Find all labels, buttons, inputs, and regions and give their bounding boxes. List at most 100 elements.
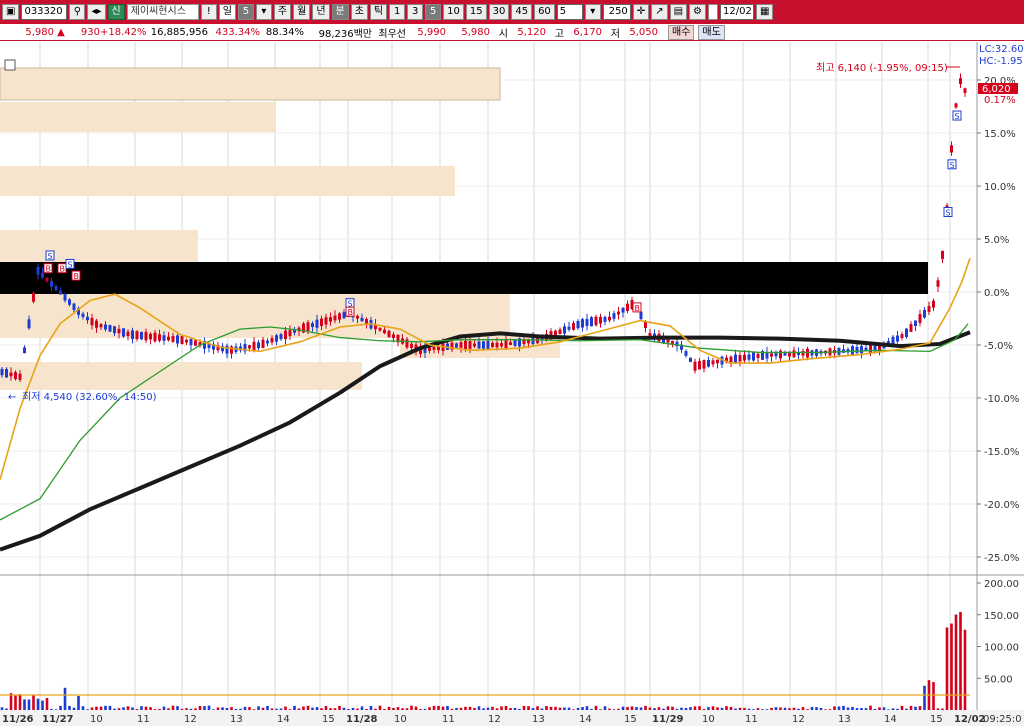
volume-bar [563, 707, 566, 710]
price-tick-label: -10.0% [984, 394, 1019, 405]
candle-body [486, 340, 490, 350]
candle-body [590, 317, 593, 327]
candle-body [392, 334, 395, 339]
volume-bar [405, 708, 409, 710]
volume-bar [743, 707, 746, 710]
interval-input[interactable]: 5 [556, 4, 583, 20]
candle-body [140, 331, 143, 340]
change-percent: +18.42% [100, 26, 147, 38]
candle-body [531, 337, 535, 345]
volume-bar [603, 706, 607, 710]
volume-bar [252, 709, 256, 710]
candle-body [248, 345, 251, 349]
date-input[interactable]: 12/02 [720, 4, 754, 20]
crosshair-icon[interactable]: ✛ [632, 4, 650, 20]
trendline-icon[interactable]: ↗ [651, 4, 668, 20]
volume-bar [333, 708, 337, 710]
volume-bar [360, 706, 364, 710]
candle-body [432, 347, 436, 350]
time-axis-label: 14 [579, 714, 592, 725]
minute-3-button[interactable]: 3 [407, 4, 424, 20]
volume-bar [819, 707, 823, 710]
minute-1-button[interactable]: 1 [389, 4, 406, 20]
period-year-button[interactable]: 년 [312, 4, 330, 20]
volume-bar [144, 706, 148, 710]
calendar-icon[interactable]: ▦ [756, 4, 774, 20]
sound-icon[interactable]: ◂▸ [87, 4, 106, 20]
period-minute-button[interactable]: 분 [331, 4, 349, 20]
candle-body [81, 313, 85, 317]
volume-bar [270, 708, 274, 710]
candle-body [257, 342, 260, 349]
candle-body [99, 324, 103, 328]
period-week-button[interactable]: 주 [273, 4, 292, 20]
minute-60-button[interactable]: 60 [534, 4, 555, 20]
volume-bar [225, 708, 229, 710]
candle-body [252, 341, 256, 351]
chevron-down-icon[interactable]: ▾ [584, 4, 601, 20]
minute-5-button[interactable]: 5 [425, 4, 442, 20]
toolbar: ▣ 033320 ⚲ ◂▸ 신 제이씨현시스 ! 일 5 ▾ 주 월 년 분 초… [0, 0, 1024, 24]
candle-body [342, 312, 346, 319]
period-second-button[interactable]: 초 [350, 4, 368, 20]
count-input[interactable]: 250 [602, 4, 631, 20]
minute-10-button[interactable]: 10 [443, 4, 464, 20]
candle-body [117, 328, 121, 334]
candle-body [50, 280, 53, 287]
high-price: 6,170 [573, 26, 602, 38]
sell-button[interactable]: 매도 [698, 24, 725, 40]
chevron-down-icon[interactable]: ▾ [255, 4, 272, 20]
buy-button[interactable]: 매수 [668, 24, 695, 40]
volume-bar [842, 705, 845, 710]
volume-bar [918, 706, 922, 710]
period-tick-button[interactable]: 틱 [369, 4, 388, 20]
candle-body [572, 322, 575, 330]
minute-30-button[interactable]: 30 [488, 4, 510, 20]
volume-bar [410, 705, 413, 710]
volume-bar [77, 696, 80, 710]
volume-bar [882, 707, 886, 710]
volume-bar [180, 708, 184, 710]
period-day-button[interactable]: 일 [218, 4, 236, 20]
candle-body [851, 346, 854, 355]
volume-bar [671, 706, 674, 710]
alert-button[interactable]: ! [200, 4, 217, 20]
volume-bar [122, 707, 125, 710]
stock-code-input[interactable]: 033320 [21, 4, 68, 20]
volume-bar [324, 706, 328, 710]
chart-area[interactable]: SB B SBSB BSSS 최고 6,140 (-1.95%, 09:15) 최저 … [0, 42, 1024, 726]
candle-body [194, 340, 197, 346]
volume-bar [878, 707, 881, 710]
volume-bar [662, 708, 665, 710]
volume-bar [477, 706, 481, 710]
time-axis-label: 11/28 [346, 714, 378, 725]
volume-bar [14, 695, 17, 710]
volume-bar [855, 708, 859, 710]
signal-marker-label: B [60, 265, 66, 274]
volume-bar [32, 694, 35, 710]
low-arrow-icon: ← [8, 392, 16, 403]
search-icon[interactable]: ⚲ [69, 4, 86, 20]
time-clock: 09:25:0 [983, 714, 1022, 725]
checkbox[interactable] [708, 4, 718, 20]
volume-bar [774, 707, 778, 710]
candle-body [756, 353, 760, 359]
chart-menu-icon[interactable] [4, 59, 16, 71]
volume-bar [68, 705, 71, 710]
candle-body [32, 292, 35, 302]
gear-icon[interactable]: ⚙ [689, 4, 706, 20]
candle-body [599, 316, 602, 324]
volume-bar [707, 707, 710, 710]
time-axis-label: 11 [745, 714, 758, 725]
volume-bar [522, 705, 526, 710]
minute-45-button[interactable]: 45 [511, 4, 533, 20]
layout-icon[interactable]: ▣ [2, 4, 20, 20]
candle-body [36, 267, 40, 275]
candle-body [927, 306, 931, 312]
period-month-button[interactable]: 월 [293, 4, 311, 20]
period-value-button[interactable]: 5 [237, 4, 254, 20]
volume-bar [212, 709, 215, 710]
minute-15-button[interactable]: 15 [465, 4, 487, 20]
save-icon[interactable]: ▤ [669, 4, 688, 20]
candle-body [153, 332, 157, 342]
